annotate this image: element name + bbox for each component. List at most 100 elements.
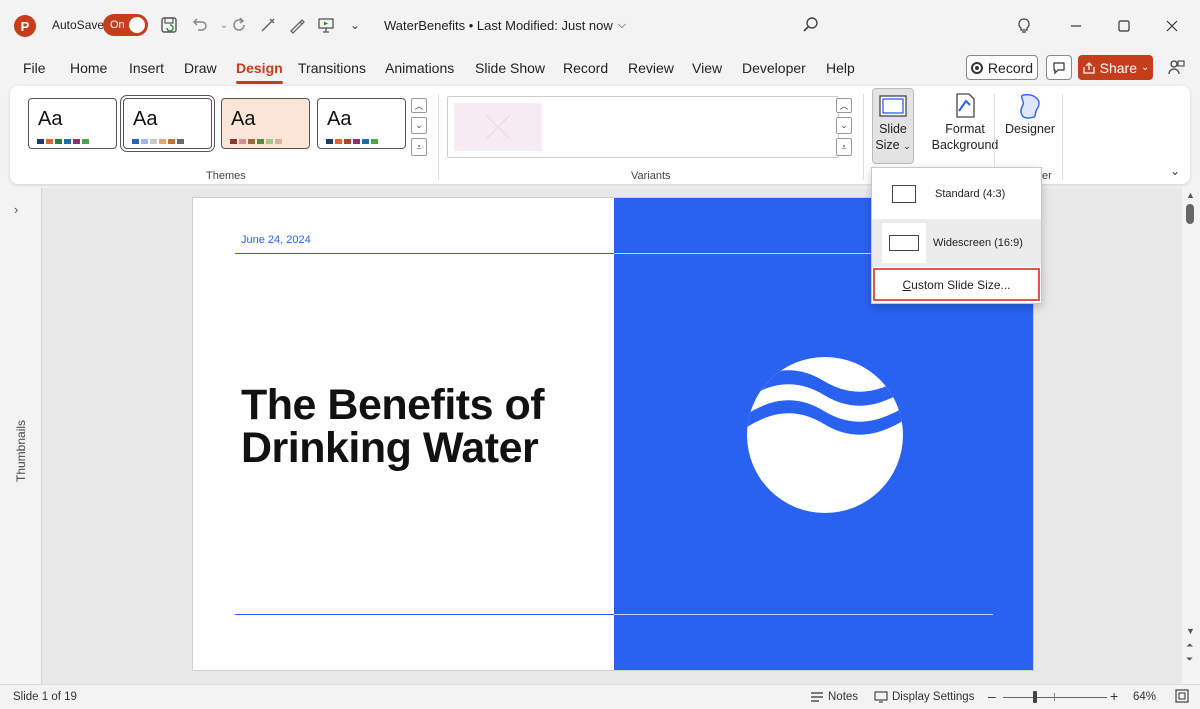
touch-draw-icon[interactable]: [257, 14, 279, 36]
themes-more[interactable]: ⩡: [411, 138, 427, 156]
maximize-icon[interactable]: [1112, 14, 1136, 38]
custom-slide-size-option[interactable]: Custom Slide Size...: [873, 268, 1040, 301]
display-settings-icon: [874, 691, 888, 703]
theme-color-swatch: [353, 139, 360, 144]
expand-thumbnails-icon[interactable]: ›: [14, 202, 18, 217]
display-settings-label: Display Settings: [892, 691, 975, 703]
theme-color-swatch: [64, 139, 71, 144]
theme-color-swatch: [177, 139, 184, 144]
save-sync-icon[interactable]: [158, 14, 180, 36]
title-bar: P AutoSave On ⌄ ⌄ WaterBenefits • Last M…: [0, 0, 1200, 52]
theme-color-swatch: [168, 139, 175, 144]
theme-thumbnail-selected[interactable]: Aa: [120, 95, 215, 152]
variants-more[interactable]: ⩡: [836, 138, 852, 156]
zoom-out-button[interactable]: –: [988, 688, 996, 704]
tab-developer[interactable]: Developer: [742, 60, 806, 84]
document-title[interactable]: WaterBenefits • Last Modified: Just now …: [384, 18, 626, 33]
scroll-thumb[interactable]: [1186, 204, 1194, 224]
tab-animations[interactable]: Animations: [385, 60, 454, 84]
zoom-slider-track[interactable]: [1003, 697, 1107, 698]
previous-slide-icon[interactable]: ⏶: [1186, 640, 1193, 651]
slide-size-button[interactable]: Slide Size ⌄: [872, 88, 914, 164]
tab-insert[interactable]: Insert: [129, 60, 164, 84]
theme-color-swatch: [132, 139, 139, 144]
notes-button[interactable]: Notes: [810, 691, 858, 703]
share-icon: [1083, 61, 1095, 74]
themes-group-label: Themes: [206, 170, 246, 182]
comments-button[interactable]: [1046, 55, 1072, 80]
theme-thumbnail[interactable]: Aa: [28, 98, 117, 149]
themes-scroll-up[interactable]: ︿: [411, 98, 427, 113]
zoom-slider-thumb[interactable]: [1033, 691, 1037, 703]
tab-slide-show[interactable]: Slide Show: [475, 60, 545, 84]
search-icon[interactable]: [800, 14, 822, 36]
present-from-start-icon[interactable]: [315, 14, 337, 36]
variants-group-label: Variants: [631, 170, 671, 182]
theme-aa-text: Aa: [231, 108, 256, 130]
theme-thumbnail[interactable]: Aa: [317, 98, 406, 149]
fit-slide-icon[interactable]: [1175, 689, 1189, 703]
tab-help[interactable]: Help: [826, 60, 855, 84]
custom-slide-size-label: ustom Slide Size...: [911, 277, 1011, 292]
next-slide-icon[interactable]: ⏷: [1186, 654, 1193, 665]
standard-size-icon: [892, 185, 916, 203]
tab-view[interactable]: View: [692, 60, 722, 84]
pen-icon[interactable]: [286, 14, 308, 36]
theme-color-swatch: [326, 139, 333, 144]
record-button[interactable]: Record: [966, 55, 1038, 80]
tab-record[interactable]: Record: [563, 60, 608, 84]
slide-date[interactable]: June 24, 2024: [241, 234, 311, 246]
variants-scroll-down[interactable]: ⌄: [836, 117, 852, 134]
designer-label: Designer: [1004, 122, 1056, 136]
slide-title[interactable]: The Benefits of Drinking Water: [241, 384, 601, 470]
autosave-label: AutoSave: [52, 18, 105, 32]
standard-size-option[interactable]: Standard (4:3): [872, 170, 1041, 218]
tab-transitions[interactable]: Transitions: [298, 60, 366, 84]
variant-thumbnail[interactable]: [454, 103, 542, 151]
notes-label: Notes: [828, 691, 859, 703]
theme-color-swatch: [37, 139, 44, 144]
custom-slide-size-accesskey: C: [902, 277, 912, 292]
redo-icon[interactable]: [228, 14, 250, 36]
tab-design[interactable]: Design: [236, 60, 283, 84]
slide-count[interactable]: Slide 1 of 19: [13, 691, 77, 703]
themes-scroll-down[interactable]: ⌄: [411, 117, 427, 134]
tab-file[interactable]: File: [23, 60, 46, 84]
zoom-in-button[interactable]: +: [1110, 688, 1118, 704]
chevron-down-icon: ⌄: [1140, 62, 1150, 73]
display-settings-button[interactable]: Display Settings: [874, 691, 974, 703]
share-button[interactable]: Share ⌄: [1078, 55, 1153, 80]
vertical-scrollbar[interactable]: ▲ ▼ ⏶ ⏷: [1182, 188, 1200, 684]
theme-color-swatch: [266, 139, 273, 144]
theme-color-swatch: [55, 139, 62, 144]
undo-icon[interactable]: [188, 14, 210, 36]
present-teams-icon[interactable]: [1165, 56, 1187, 78]
theme-color-swatches: [37, 139, 89, 144]
theme-color-swatch: [335, 139, 342, 144]
scroll-up-icon[interactable]: ▲: [1186, 190, 1195, 200]
collapse-ribbon-icon[interactable]: ⌄: [1170, 164, 1180, 178]
tab-draw[interactable]: Draw: [184, 60, 217, 84]
autosave-toggle[interactable]: On: [103, 14, 148, 36]
zoom-slider-center-mark: [1054, 693, 1055, 701]
close-icon[interactable]: [1160, 14, 1184, 38]
designer-button[interactable]: Designer: [1000, 91, 1060, 137]
theme-thumbnail[interactable]: Aa: [221, 98, 310, 149]
scroll-down-icon[interactable]: ▼: [1186, 626, 1195, 636]
variants-scroll-up[interactable]: ︿: [836, 98, 852, 113]
toggle-knob: [129, 17, 145, 33]
widescreen-icon-box: [882, 223, 926, 263]
share-button-label: Share: [1099, 59, 1137, 76]
lightbulb-icon[interactable]: [1012, 14, 1036, 38]
theme-color-swatch: [82, 139, 89, 144]
tab-review[interactable]: Review: [628, 60, 674, 84]
thumbnails-label[interactable]: Thumbnails: [14, 420, 28, 482]
format-background-icon: [956, 93, 975, 118]
zoom-level[interactable]: 64%: [1133, 691, 1156, 703]
slide-size-label-2: Size ⌄: [875, 138, 911, 152]
minimize-icon[interactable]: [1064, 14, 1088, 38]
widescreen-size-option[interactable]: Widescreen (16:9): [872, 219, 1041, 267]
tab-home[interactable]: Home: [70, 60, 107, 84]
customize-qat-icon[interactable]: ⌄: [344, 14, 366, 36]
designer-group-label: er: [1042, 170, 1052, 182]
